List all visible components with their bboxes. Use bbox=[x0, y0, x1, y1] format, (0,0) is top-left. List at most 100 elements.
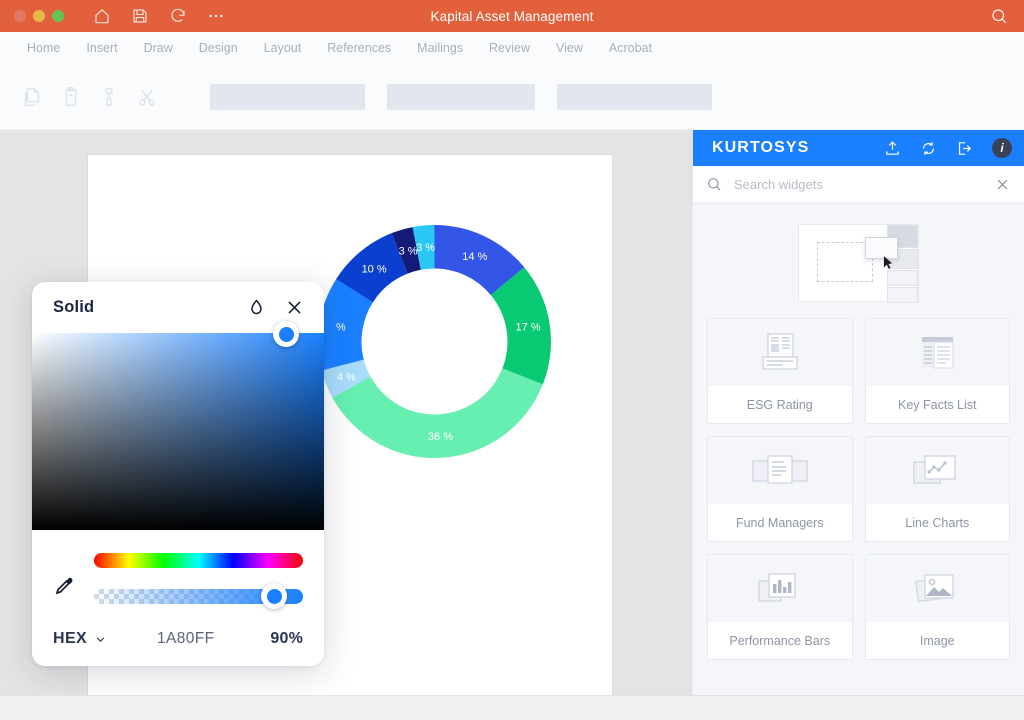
color-sliders bbox=[32, 530, 324, 604]
hex-value-field[interactable]: 1A80FF bbox=[101, 630, 270, 648]
widget-card-fund-managers[interactable]: Fund Managers bbox=[707, 436, 853, 542]
titlebar-quick-actions[interactable] bbox=[93, 7, 225, 25]
minimize-window-button[interactable] bbox=[33, 10, 45, 22]
redo-icon[interactable] bbox=[169, 7, 187, 25]
key-facts-list-icon bbox=[866, 319, 1010, 386]
toolbar-placeholder-3[interactable] bbox=[557, 84, 712, 110]
color-picker-header-actions[interactable] bbox=[248, 298, 304, 317]
toolbar-placeholder-1[interactable] bbox=[210, 84, 365, 110]
logout-icon[interactable] bbox=[956, 140, 973, 157]
app-window: Kapital Asset Management Home Insert Dra… bbox=[0, 0, 1024, 720]
droplet-icon[interactable] bbox=[248, 298, 265, 317]
donut-chart-svg: 14 % 17 % 36 % 4 %% 10 % 3 %3 % bbox=[318, 225, 551, 458]
close-icon[interactable] bbox=[995, 177, 1010, 192]
donut-slice-label: 36 % bbox=[428, 431, 453, 443]
clipboard-tools[interactable] bbox=[22, 86, 158, 108]
tab-layout[interactable]: Layout bbox=[251, 32, 315, 65]
close-icon[interactable] bbox=[285, 298, 304, 317]
eyedropper-icon[interactable] bbox=[51, 575, 75, 599]
donut-slice-label: 4 % bbox=[337, 371, 356, 383]
widget-label: Performance Bars bbox=[708, 622, 852, 659]
widget-card-key-facts-list[interactable]: Key Facts List bbox=[865, 318, 1011, 424]
layout-preview-wrap bbox=[693, 202, 1024, 318]
opacity-value-field[interactable]: 90% bbox=[270, 630, 303, 648]
tab-view[interactable]: View bbox=[543, 32, 596, 65]
color-mode-label: HEX bbox=[53, 630, 87, 648]
eyedropper-wrap bbox=[32, 553, 94, 599]
search-icon[interactable] bbox=[990, 7, 1008, 25]
color-picker-footer: HEX 1A80FF 90% bbox=[32, 604, 324, 648]
donut-slice-label: % bbox=[336, 322, 346, 334]
search-icon bbox=[706, 176, 722, 192]
performance-bars-icon bbox=[708, 555, 852, 622]
paste-icon[interactable] bbox=[60, 86, 82, 108]
title-bar: Kapital Asset Management bbox=[0, 0, 1024, 32]
esg-rating-icon bbox=[708, 319, 852, 386]
layout-preview-block-3 bbox=[887, 270, 918, 286]
maximize-window-button[interactable] bbox=[52, 10, 64, 22]
sync-icon[interactable] bbox=[920, 140, 937, 157]
upload-icon[interactable] bbox=[884, 140, 901, 157]
saturation-handle[interactable] bbox=[273, 321, 299, 347]
tab-insert[interactable]: Insert bbox=[73, 32, 130, 65]
layout-preview-block-4 bbox=[887, 287, 918, 303]
more-icon[interactable] bbox=[207, 7, 225, 25]
toolbar-placeholders bbox=[210, 84, 712, 110]
tab-references[interactable]: References bbox=[314, 32, 404, 65]
color-picker-title: Solid bbox=[53, 298, 94, 317]
kurtosys-logo: KURTOSYS bbox=[712, 139, 809, 157]
widget-card-image[interactable]: Image bbox=[865, 554, 1011, 660]
cut-icon[interactable] bbox=[136, 86, 158, 108]
widget-card-line-charts[interactable]: Line Charts bbox=[865, 436, 1011, 542]
widget-label: Key Facts List bbox=[866, 386, 1010, 423]
color-picker-panel[interactable]: Solid HEX bbox=[32, 282, 324, 666]
slider-column bbox=[94, 553, 303, 604]
widget-label: Image bbox=[866, 622, 1010, 659]
tab-home[interactable]: Home bbox=[14, 32, 73, 65]
image-icon bbox=[866, 555, 1010, 622]
window-controls[interactable] bbox=[14, 10, 64, 22]
color-mode-select[interactable]: HEX bbox=[53, 630, 107, 648]
home-icon[interactable] bbox=[93, 7, 111, 25]
alpha-handle[interactable] bbox=[261, 583, 287, 609]
close-window-button[interactable] bbox=[14, 10, 26, 22]
save-icon[interactable] bbox=[131, 7, 149, 25]
widget-label: Line Charts bbox=[866, 504, 1010, 541]
tab-review[interactable]: Review bbox=[476, 32, 543, 65]
status-bar bbox=[0, 695, 1024, 720]
fund-managers-icon bbox=[708, 437, 852, 504]
panel-header: KURTOSYS i bbox=[693, 130, 1024, 166]
widget-label: Fund Managers bbox=[708, 504, 852, 541]
toolbar-placeholder-2[interactable] bbox=[387, 84, 535, 110]
tab-design[interactable]: Design bbox=[186, 32, 251, 65]
saturation-value-area[interactable] bbox=[32, 333, 324, 530]
cursor-arrow-icon bbox=[883, 255, 894, 270]
layout-drop-preview[interactable] bbox=[798, 224, 919, 302]
format-painter-icon[interactable] bbox=[98, 86, 120, 108]
alpha-slider-wrap bbox=[94, 589, 303, 604]
donut-slice-label: 10 % bbox=[362, 263, 387, 275]
info-icon[interactable]: i bbox=[992, 138, 1012, 158]
donut-slice-label: 17 % bbox=[516, 322, 541, 334]
toolbar bbox=[0, 65, 1024, 130]
widget-search-bar[interactable] bbox=[693, 166, 1024, 202]
tab-draw[interactable]: Draw bbox=[131, 32, 186, 65]
widget-card-esg-rating[interactable]: ESG Rating bbox=[707, 318, 853, 424]
panel-header-actions[interactable]: i bbox=[884, 138, 1012, 158]
ribbon-tabs[interactable]: Home Insert Draw Design Layout Reference… bbox=[0, 32, 1024, 65]
widget-label: ESG Rating bbox=[708, 386, 852, 423]
hue-slider[interactable] bbox=[94, 553, 303, 568]
tab-mailings[interactable]: Mailings bbox=[404, 32, 476, 65]
kurtosys-panel: KURTOSYS i bbox=[692, 130, 1024, 695]
copy-icon[interactable] bbox=[22, 86, 44, 108]
tab-acrobat[interactable]: Acrobat bbox=[596, 32, 665, 65]
donut-chart[interactable]: 14 % 17 % 36 % 4 %% 10 % 3 %3 % bbox=[318, 225, 551, 458]
widget-grid: ESG Rating Key Facts List bbox=[693, 318, 1024, 660]
donut-slice-label: 3 % bbox=[416, 242, 435, 254]
donut-slice[interactable] bbox=[332, 368, 542, 458]
search-input[interactable] bbox=[734, 177, 995, 192]
donut-slice-label: 3 % bbox=[399, 246, 418, 258]
donut-slice-label: 14 % bbox=[462, 251, 487, 263]
widget-card-performance-bars[interactable]: Performance Bars bbox=[707, 554, 853, 660]
line-charts-icon bbox=[866, 437, 1010, 504]
